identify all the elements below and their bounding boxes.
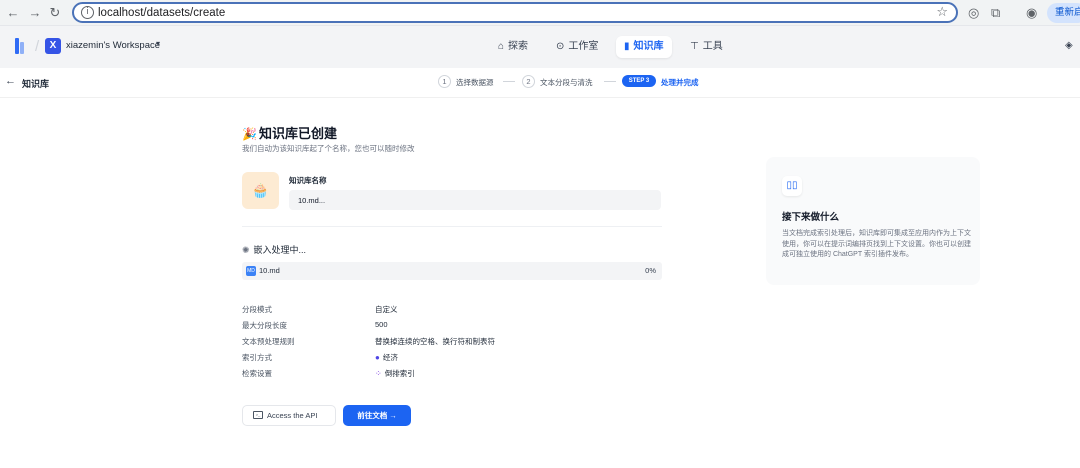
url-text[interactable]: localhost/datasets/create [98, 6, 225, 20]
setting-value-text: 倒排索引 [384, 369, 415, 378]
go-to-documents-label: 前往文档 [357, 411, 388, 420]
forward-icon[interactable]: → [26, 4, 44, 22]
setting-value: ● 经济 [375, 352, 398, 363]
site-info-icon[interactable]: i [81, 6, 94, 19]
access-api-button[interactable]: >_ Access the API [242, 405, 336, 426]
step-3-badge: STEP 3 [622, 75, 656, 87]
book-icon: ▮ [624, 41, 630, 52]
file-name: 10.md [259, 266, 280, 275]
setting-label: 索引方式 [242, 353, 272, 362]
arrow-right-icon: → [389, 411, 397, 420]
workspace-avatar[interactable]: X [45, 38, 61, 54]
step-connector [604, 81, 616, 82]
step-connector [503, 81, 515, 82]
setting-label: 检索设置 [242, 369, 272, 378]
compass-icon: ⌂ [498, 41, 505, 52]
extension-icon[interactable]: ◎ [968, 4, 979, 22]
app-header: / X xiazemin's Workspace ▾ ⌂ 探索 ⊙ 工作室 ▮ 知识库… [0, 26, 1080, 68]
browser-toolbar: ← → ↻ i localhost/datasets/create ☆ ◎ ⧉ … [0, 0, 1080, 26]
loading-spinner-icon: ✺ [242, 245, 250, 255]
chevron-down-icon[interactable]: ▾ [156, 39, 160, 48]
section-divider [242, 226, 662, 227]
step-2-label: 文本分段与清洗 [540, 78, 593, 87]
tool-icon: ⊤ [690, 41, 699, 52]
knowledge-icon[interactable]: 🧁 [242, 172, 279, 209]
back-to-knowledge[interactable]: 知识库 [22, 77, 49, 90]
plugin-cube-icon[interactable]: ◈ [1065, 40, 1073, 51]
go-to-documents-button[interactable]: 前往文档 → [343, 405, 411, 426]
arrow-left-icon[interactable]: ← [5, 75, 16, 87]
setting-label: 分段模式 [242, 305, 272, 314]
page-title-text: 知识库已创建 [258, 126, 337, 141]
embedding-status-text: 嵌入处理中... [253, 245, 307, 255]
robot-icon: ⊙ [556, 41, 565, 52]
step-1-number: 1 [438, 75, 451, 88]
step-3-label: 处理并完成 [661, 78, 699, 87]
next-steps-title: 接下来做什么 [782, 212, 840, 223]
terminal-icon: >_ [253, 411, 263, 419]
setting-value-text: 经济 [382, 353, 398, 362]
back-icon[interactable]: ← [4, 4, 22, 22]
access-api-label: Access the API [267, 411, 318, 420]
markdown-file-icon: MD [246, 266, 256, 276]
setting-value: 替换掉连续的空格、换行符和制表符 [375, 337, 495, 346]
nav-label: 工作室 [568, 41, 599, 52]
step-header: ← 知识库 1 选择数据源 2 文本分段与清洗 STEP 3 处理并完成 [0, 68, 1080, 98]
divider: / [35, 38, 40, 55]
page-title: 🎉 知识库已创建 [242, 123, 337, 142]
embedding-status: ✺ 嵌入处理中... [242, 243, 306, 256]
profile-icon[interactable]: ◉ [1026, 4, 1037, 22]
next-steps-card: ▯▯ 接下来做什么 当文档完成索引处理后，知识库即可集成至应用内作为上下文使用，… [766, 157, 980, 285]
piggy-bank-icon: ● [375, 353, 380, 362]
nav-label: 工具 [702, 41, 723, 52]
setting-value: 500 [375, 320, 388, 329]
kb-name-label: 知识库名称 [289, 176, 327, 185]
open-book-icon: ▯▯ [782, 176, 802, 196]
nav-label: 探索 [508, 41, 529, 52]
file-progress-row: MD 10.md 0% [242, 262, 662, 280]
setting-value: ⁘ 倒排索引 [375, 368, 415, 379]
nav-label: 知识库 [633, 41, 664, 52]
setting-label: 文本预处理规则 [242, 337, 295, 346]
party-popper-icon: 🎉 [242, 127, 257, 141]
file-progress: 0% [645, 266, 656, 275]
nav-studio[interactable]: ⊙ 工作室 [548, 36, 606, 58]
nav-tools[interactable]: ⊤ 工具 [682, 36, 731, 58]
step-2-number: 2 [522, 75, 535, 88]
page-subtitle: 我们自动为该知识库起了个名称，您也可以随时修改 [242, 144, 415, 153]
nav-explore[interactable]: ⌂ 探索 [490, 36, 536, 58]
next-steps-description: 当文档完成索引处理后，知识库即可集成至应用内作为上下文使用，你可以在提示词编排页… [782, 230, 971, 258]
kb-name-input[interactable] [289, 190, 661, 210]
reload-icon[interactable]: ↻ [46, 4, 64, 22]
setting-value: 自定义 [375, 305, 398, 314]
setting-label: 最大分段长度 [242, 321, 287, 330]
workspace-name[interactable]: xiazemin's Workspace [66, 40, 160, 51]
restart-button[interactable]: 重新启 [1047, 3, 1080, 23]
nav-knowledge[interactable]: ▮ 知识库 [616, 36, 672, 58]
grid-icon: ⁘ [375, 369, 382, 378]
puzzle-icon[interactable]: ⧉ [991, 4, 1000, 22]
app-logo[interactable] [15, 38, 25, 54]
address-bar[interactable]: i localhost/datasets/create ☆ [72, 2, 958, 23]
bookmark-star-icon[interactable]: ☆ [936, 4, 948, 20]
step-1-label: 选择数据源 [456, 78, 494, 87]
